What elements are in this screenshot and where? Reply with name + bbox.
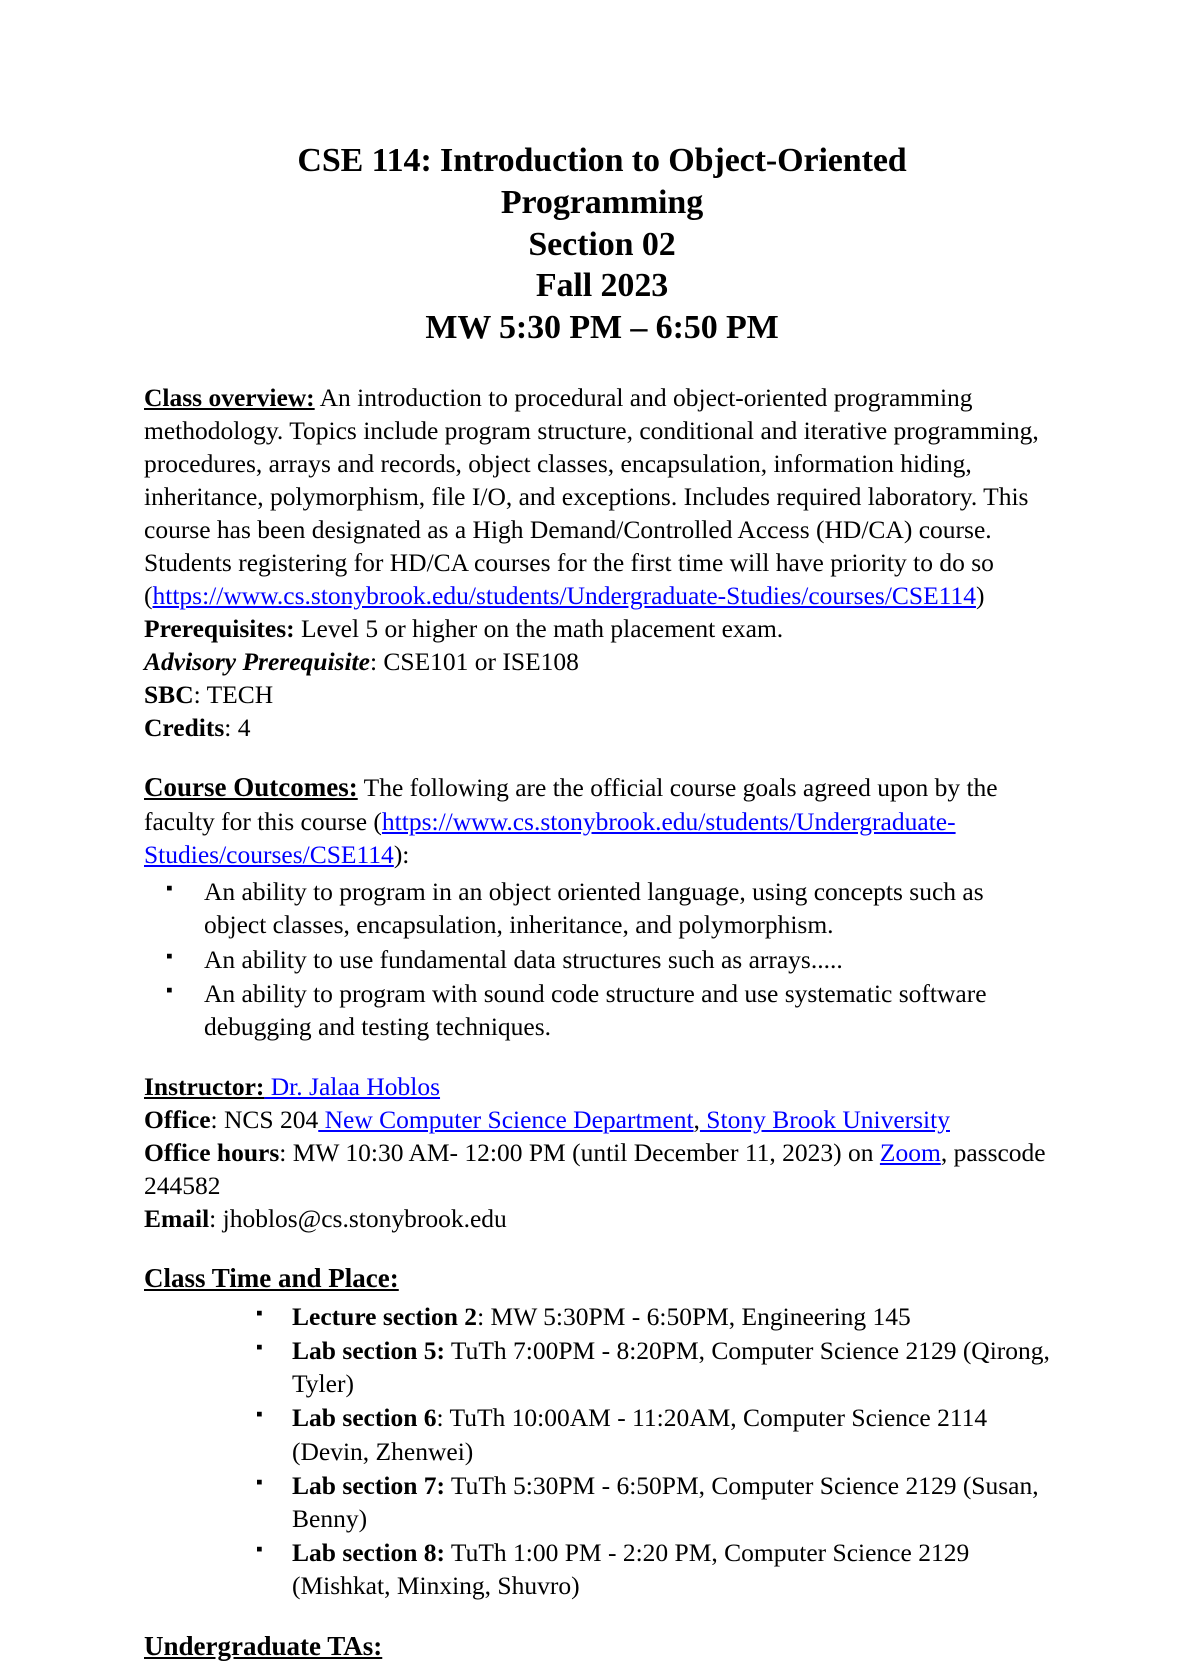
office-department-link[interactable]: New Computer Science Department — [318, 1105, 694, 1134]
schedule-item-label: Lab section 6 — [292, 1403, 437, 1433]
course-outcomes-heading: Course Outcomes: — [144, 772, 358, 803]
undergraduate-tas-heading-block: Undergraduate TAs: — [144, 1629, 1060, 1664]
office-hours-line: Office hours: MW 10:30 AM- 12:00 PM (unt… — [144, 1136, 1060, 1202]
advisory-prerequisite-line: Advisory Prerequisite: CSE101 or ISE108 — [144, 645, 1060, 678]
undergraduate-tas-heading: Undergraduate TAs: — [144, 1631, 383, 1662]
course-outcomes-list: An ability to program in an object orien… — [144, 875, 1060, 1043]
advisory-prerequisite-label: Advisory Prerequisite — [144, 647, 370, 677]
sbc-value: : TECH — [193, 680, 274, 710]
list-item: Lab section 7: TuTh 5:30PM - 6:50PM, Com… — [144, 1469, 1060, 1535]
schedule-item-detail: : MW 5:30PM - 6:50PM, Engineering 145 — [477, 1301, 911, 1331]
credits-value: : 4 — [224, 713, 251, 743]
title-line-2: Programming — [500, 183, 704, 221]
syllabus-page: CSE 114: Introduction to Object-Oriented… — [0, 0, 1200, 1661]
title-line-5: MW 5:30 PM – 6:50 PM — [425, 309, 779, 347]
list-item: Lecture section 2: MW 5:30PM - 6:50PM, E… — [144, 1300, 1060, 1333]
course-outcomes-paragraph: Course Outcomes: The following are the o… — [144, 770, 1060, 871]
title-line-1: CSE 114: Introduction to Object-Oriented — [297, 142, 907, 179]
course-details-block: Prerequisites: Level 5 or higher on the … — [144, 612, 1060, 744]
email-line: Email: jhoblos@cs.stonybrook.edu — [144, 1202, 1060, 1235]
list-item: Lab section 5: TuTh 7:00PM - 8:20PM, Com… — [144, 1334, 1060, 1400]
schedule-item-label: Lab section 7: — [292, 1470, 445, 1500]
list-item: An ability to program in an object orien… — [144, 875, 998, 941]
instructor-name-link[interactable]: Dr. Jalaa Hoblos — [264, 1072, 440, 1101]
schedule-item-label: Lab section 8: — [292, 1537, 445, 1567]
zoom-link[interactable]: Zoom — [880, 1138, 941, 1167]
class-overview-heading: Class overview: — [144, 383, 315, 413]
title-line-4: Fall 2023 — [535, 267, 669, 305]
advisory-prerequisite-value: : CSE101 or ISE108 — [369, 647, 579, 677]
course-outcomes-intro-close: ): — [393, 840, 410, 870]
office-hours-label: Office hours — [144, 1137, 280, 1167]
schedule-item-label: Lecture section 2 — [292, 1301, 478, 1331]
class-overview-text-close: ) — [975, 581, 985, 611]
prerequisites-line: Prerequisites: Level 5 or higher on the … — [144, 612, 1060, 645]
office-line: Office: NCS 204 New Computer Science Dep… — [144, 1103, 1060, 1136]
sbc-label: SBC — [144, 680, 194, 710]
class-time-heading-block: Class Time and Place: — [144, 1261, 1060, 1296]
office-label: Office — [144, 1104, 211, 1134]
email-value: : jhoblos@cs.stonybrook.edu — [209, 1203, 507, 1233]
office-value: : NCS 204 — [210, 1104, 319, 1134]
page-title: CSE 114: Introduction to Object-Oriented… — [144, 140, 1060, 349]
class-overview-paragraph: Class overview: An introduction to proce… — [144, 381, 1060, 612]
sbc-line: SBC: TECH — [144, 678, 1060, 711]
schedule-item-label: Lab section 5: — [292, 1336, 445, 1366]
list-item: Lab section 6: TuTh 10:00AM - 11:20AM, C… — [144, 1401, 1060, 1467]
cse114-course-link[interactable]: https://www.cs.stonybrook.edu/students/U… — [153, 581, 976, 610]
office-university-link[interactable]: Stony Brook University — [700, 1105, 950, 1134]
prerequisites-value: Level 5 or higher on the math placement … — [294, 614, 784, 644]
list-item: An ability to program with sound code st… — [144, 977, 998, 1043]
email-label: Email — [144, 1203, 210, 1233]
title-line-3: Section 02 — [528, 225, 676, 263]
credits-line: Credits: 4 — [144, 711, 1060, 744]
instructor-block: Instructor: Dr. Jalaa Hoblos Office: NCS… — [144, 1070, 1060, 1235]
class-schedule-list: Lecture section 2: MW 5:30PM - 6:50PM, E… — [144, 1300, 1060, 1602]
office-hours-value: : MW 10:30 AM- 12:00 PM (until December … — [279, 1137, 880, 1167]
prerequisites-label: Prerequisites: — [144, 614, 295, 644]
list-item: An ability to use fundamental data struc… — [144, 943, 998, 976]
list-item: Lab section 8: TuTh 1:00 PM - 2:20 PM, C… — [144, 1536, 1060, 1602]
class-time-heading: Class Time and Place: — [144, 1263, 399, 1293]
class-overview-text: An introduction to procedural and object… — [144, 383, 1039, 611]
instructor-line: Instructor: Dr. Jalaa Hoblos — [144, 1070, 1060, 1103]
credits-label: Credits — [144, 713, 225, 743]
instructor-label: Instructor: — [144, 1071, 265, 1101]
